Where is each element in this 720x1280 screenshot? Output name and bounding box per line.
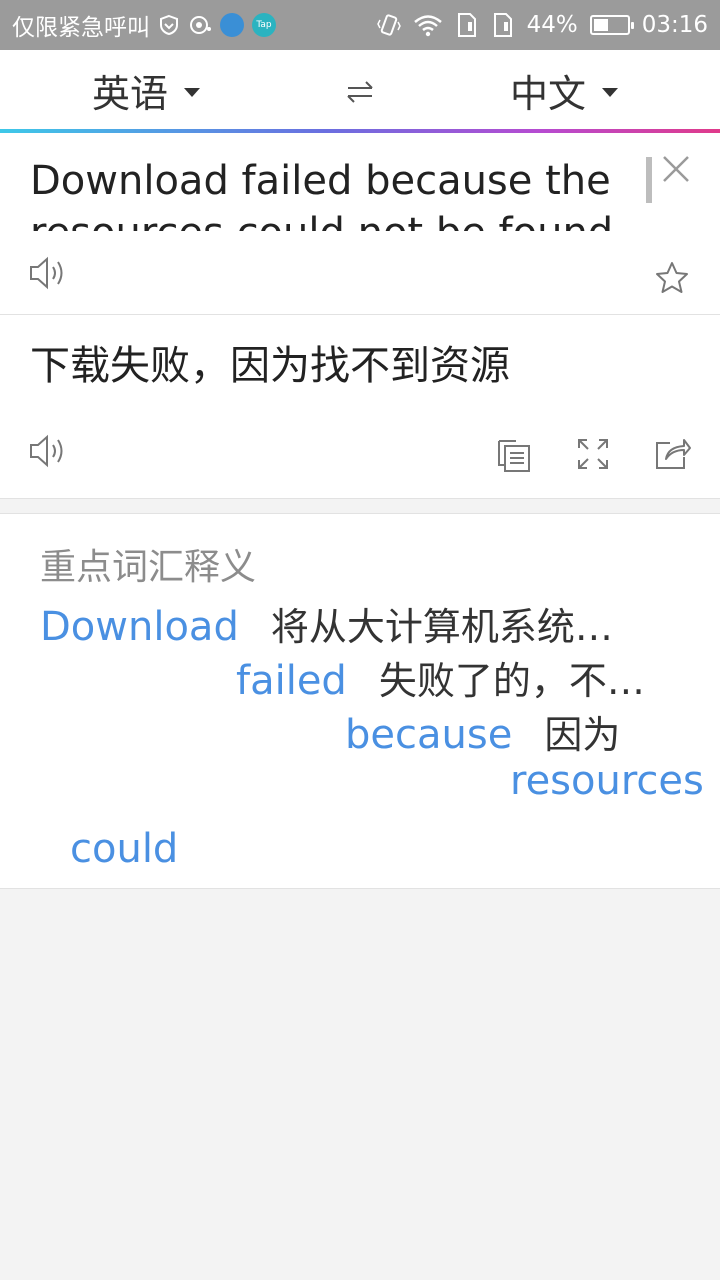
vibrate-icon bbox=[376, 12, 401, 38]
key-vocabulary-card: 重点词汇释义 Download 将从大计算机系统… failed 失败了的，不…… bbox=[0, 513, 720, 889]
vocab-word[interactable]: failed bbox=[236, 658, 347, 704]
status-right: 44% 03:16 bbox=[376, 0, 708, 50]
share-icon bbox=[656, 439, 691, 469]
clock: 03:16 bbox=[641, 12, 708, 38]
vocab-word[interactable]: could bbox=[70, 826, 178, 872]
app-badge-icon bbox=[220, 13, 244, 37]
carrier-text: 仅限紧急呼叫 bbox=[12, 15, 150, 41]
vocab-item[interactable]: because 因为 bbox=[345, 704, 620, 759]
swap-languages-button[interactable] bbox=[340, 72, 380, 112]
vocab-item[interactable]: could bbox=[70, 826, 178, 872]
clear-icon bbox=[663, 156, 689, 182]
expand-icon bbox=[578, 439, 608, 469]
chevron-down-icon bbox=[602, 87, 619, 97]
favorite-button[interactable] bbox=[654, 260, 690, 296]
source-speak-button[interactable] bbox=[28, 255, 68, 291]
vocab-word[interactable]: Download bbox=[40, 604, 239, 650]
copy-icon bbox=[498, 440, 530, 472]
target-language-label: 中文 bbox=[510, 71, 587, 116]
vocab-meaning: 将从大计算机系统… bbox=[270, 605, 613, 649]
vocab-word[interactable]: because bbox=[345, 712, 512, 758]
shield-icon bbox=[158, 14, 180, 36]
clear-button[interactable] bbox=[660, 153, 692, 185]
scroll-indicator bbox=[646, 157, 652, 203]
translation-result-card: 下载失败，因为找不到资源 bbox=[0, 315, 720, 499]
share-button[interactable] bbox=[654, 435, 692, 471]
status-bar: 仅限紧急呼叫 Tap 44% 03:16 bbox=[0, 0, 720, 50]
vocab-meaning: 因为 bbox=[544, 713, 621, 757]
fullscreen-button[interactable] bbox=[576, 437, 610, 471]
source-language-label: 英语 bbox=[92, 71, 169, 116]
vocab-meaning: 失败了的，不… bbox=[378, 659, 645, 703]
sim-card-icon bbox=[491, 12, 515, 38]
swap-arrows-icon bbox=[347, 81, 373, 103]
chevron-down-icon bbox=[184, 87, 201, 97]
copy-button[interactable] bbox=[496, 435, 532, 473]
wifi-icon bbox=[413, 13, 443, 37]
battery-level bbox=[593, 19, 608, 31]
vocab-item[interactable]: failed 失败了的，不… bbox=[236, 650, 645, 705]
star-icon bbox=[656, 262, 688, 293]
status-left: 仅限紧急呼叫 Tap bbox=[12, 0, 276, 50]
vocabulary-title: 重点词汇释义 bbox=[40, 547, 257, 588]
eye-icon bbox=[188, 14, 212, 36]
speaker-icon bbox=[30, 434, 63, 468]
battery-icon bbox=[589, 15, 634, 35]
vocab-item[interactable]: Download 将从大计算机系统… bbox=[40, 596, 613, 651]
target-language-selector[interactable]: 中文 bbox=[510, 50, 619, 130]
sim-card-icon bbox=[455, 12, 479, 38]
source-language-selector[interactable]: 英语 bbox=[92, 50, 201, 130]
battery-percent: 44% bbox=[526, 12, 578, 38]
source-text-input[interactable]: Download failed because the resources co… bbox=[30, 155, 630, 231]
translation-text: 下载失败，因为找不到资源 bbox=[30, 343, 510, 389]
result-speak-button[interactable] bbox=[28, 433, 68, 469]
speaker-icon bbox=[30, 256, 63, 290]
vocab-word[interactable]: resources bbox=[510, 758, 704, 804]
source-text-card: Download failed because the resources co… bbox=[0, 133, 720, 315]
language-bar: 英语 中文 bbox=[0, 50, 720, 130]
vocab-item[interactable]: resources bbox=[510, 758, 704, 804]
tap-badge-icon: Tap bbox=[252, 13, 276, 37]
